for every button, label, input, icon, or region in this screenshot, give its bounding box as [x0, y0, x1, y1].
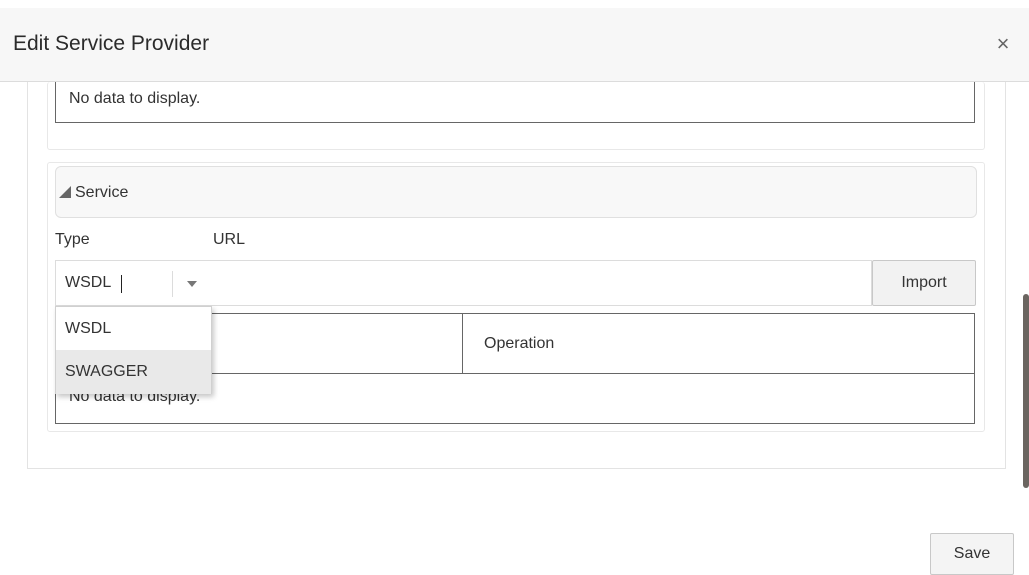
type-select-value: WSDL [65, 274, 112, 291]
dropdown-option-swagger[interactable]: SWAGGER [56, 350, 211, 394]
save-button[interactable]: Save [930, 533, 1014, 575]
type-label: Type [55, 231, 90, 248]
upper-table-empty-text: No data to display. [69, 90, 201, 107]
type-select[interactable]: WSDL [55, 260, 213, 306]
upper-table: No data to display. [55, 82, 975, 123]
type-dropdown-list: WSDL SWAGGER [55, 306, 212, 394]
select-divider [172, 271, 173, 297]
close-icon[interactable]: × [992, 33, 1014, 56]
collapse-triangle-icon[interactable] [59, 186, 71, 198]
dropdown-option-wsdl[interactable]: WSDL [56, 307, 211, 351]
service-section-header[interactable] [55, 166, 977, 218]
service-section-label: Service [75, 184, 129, 201]
dialog-header: Edit Service Provider × [0, 8, 1029, 82]
operation-column-header: Operation [484, 335, 555, 352]
column-divider [462, 314, 463, 373]
url-input[interactable] [212, 260, 872, 306]
chevron-down-icon[interactable] [187, 281, 197, 287]
text-cursor [121, 275, 122, 293]
scrollbar[interactable] [1023, 294, 1029, 488]
import-button[interactable]: Import [872, 260, 976, 306]
dialog-title: Edit Service Provider [13, 32, 210, 55]
url-label: URL [213, 231, 246, 248]
